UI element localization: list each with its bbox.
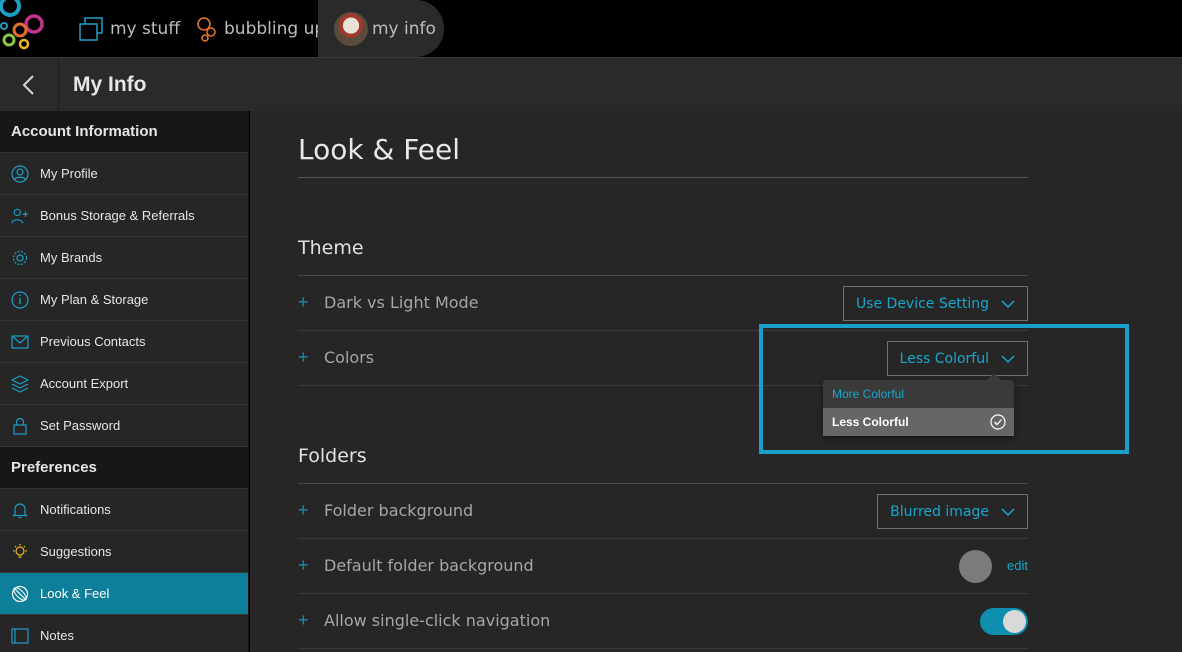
app-logo[interactable]: [0, 0, 48, 56]
sidebar-item-label: Notes: [40, 628, 74, 643]
sidebar-item-label: Look & Feel: [40, 586, 110, 601]
sidebar: Account Information My Profile Bonus Sto…: [0, 111, 249, 652]
single-click-toggle[interactable]: [980, 608, 1028, 635]
gear-icon: [11, 249, 29, 267]
folder-background-dropdown[interactable]: Blurred image: [877, 494, 1028, 529]
plus-icon: +: [298, 292, 309, 312]
option-less-colorful[interactable]: Less Colorful: [823, 408, 1014, 436]
sidebar-item-set-password[interactable]: Set Password: [0, 405, 248, 447]
avatar: [334, 11, 368, 46]
colors-dropdown-menu: More Colorful Less Colorful: [823, 373, 1014, 436]
option-label: Less Colorful: [832, 415, 909, 429]
edit-link[interactable]: edit: [1007, 558, 1028, 573]
tab-bubbling-up[interactable]: bubbling up: [196, 0, 325, 57]
chevron-down-icon: [1001, 299, 1015, 308]
sidebar-item-suggestions[interactable]: Suggestions: [0, 531, 248, 573]
chevron-down-icon: [1001, 507, 1015, 516]
plus-icon: +: [298, 610, 309, 630]
sidebar-item-my-brands[interactable]: My Brands: [0, 237, 248, 279]
setting-row-default-folder-background[interactable]: + Default folder background edit: [298, 539, 1028, 594]
sidebar-item-bonus-storage[interactable]: Bonus Storage & Referrals: [0, 195, 248, 237]
sidebar-item-label: Set Password: [40, 418, 121, 433]
profile-icon: [11, 164, 29, 183]
palette-icon: [11, 585, 29, 603]
sidebar-item-label: Notifications: [40, 502, 111, 517]
sidebar-item-label: My Profile: [40, 166, 98, 181]
option-more-colorful[interactable]: More Colorful: [823, 380, 1014, 408]
dropdown-value: Blurred image: [890, 503, 989, 520]
folders-heading: Folders: [298, 445, 367, 467]
sidebar-item-notes[interactable]: Notes: [0, 615, 248, 652]
setting-label: Folder background: [324, 501, 474, 520]
sidebar-item-my-profile[interactable]: My Profile: [0, 153, 248, 195]
tab-bubbling-up-label: bubbling up: [224, 18, 326, 39]
info-icon: [11, 290, 29, 309]
sidebar-item-look-feel[interactable]: Look & Feel: [0, 573, 248, 615]
notes-icon: [11, 627, 29, 645]
top-navigation-bar: my stuff bubbling up my info: [0, 0, 1182, 57]
tab-my-stuff[interactable]: my stuff: [78, 0, 180, 57]
setting-row-single-click[interactable]: + Allow single-click navigation: [298, 594, 1028, 649]
page-title: My Info: [73, 73, 147, 96]
tab-my-info-label: my info: [372, 18, 436, 39]
setting-row-dark-light[interactable]: + Dark vs Light Mode Use Device Setting: [298, 276, 1028, 331]
sidebar-item-label: Account Export: [40, 376, 129, 391]
chevron-left-icon: [22, 74, 34, 95]
sidebar-item-label: My Plan & Storage: [40, 292, 149, 307]
add-user-icon: [11, 207, 29, 225]
sidebar-item-label: Previous Contacts: [40, 334, 146, 349]
tab-my-stuff-label: my stuff: [110, 18, 181, 39]
dark-light-mode-dropdown[interactable]: Use Device Setting: [842, 286, 1028, 321]
bell-icon: [11, 501, 29, 519]
folders-icon: [78, 16, 104, 42]
sidebar-item-my-plan-storage[interactable]: My Plan & Storage: [0, 279, 248, 321]
theme-heading: Theme: [298, 237, 364, 259]
lock-icon: [11, 417, 29, 435]
title-divider: [298, 177, 1028, 178]
color-swatch[interactable]: [959, 550, 992, 583]
lightbulb-icon: [11, 543, 29, 561]
plus-icon: +: [298, 500, 309, 520]
setting-label: Default folder background: [324, 556, 534, 575]
plus-icon: +: [298, 347, 309, 367]
sidebar-item-account-export[interactable]: Account Export: [0, 363, 248, 405]
section-title: Look & Feel: [298, 133, 461, 166]
sidebar-item-label: My Brands: [40, 250, 103, 265]
sidebar-item-label: Bonus Storage & Referrals: [40, 208, 195, 223]
sidebar-section-preferences: Preferences: [0, 447, 248, 489]
dropdown-value: Use Device Setting: [855, 295, 989, 312]
sidebar-section-account-information: Account Information: [0, 111, 248, 153]
toggle-knob: [1003, 610, 1026, 633]
setting-row-folder-background[interactable]: + Folder background Blurred image: [298, 484, 1028, 539]
plus-icon: +: [298, 555, 309, 575]
tab-my-info[interactable]: my info: [318, 0, 444, 57]
bubbles-icon: [196, 16, 218, 42]
sidebar-item-label: Suggestions: [40, 544, 112, 559]
page-header: My Info: [0, 57, 1182, 111]
export-icon: [11, 374, 29, 393]
sidebar-item-previous-contacts[interactable]: Previous Contacts: [0, 321, 248, 363]
setting-label: Dark vs Light Mode: [324, 293, 479, 312]
sidebar-item-notifications[interactable]: Notifications: [0, 489, 248, 531]
setting-label: Colors: [324, 348, 375, 367]
back-button[interactable]: [0, 58, 59, 111]
envelope-icon: [11, 333, 29, 351]
setting-label: Allow single-click navigation: [324, 611, 551, 630]
check-circle-icon: [990, 414, 1006, 430]
